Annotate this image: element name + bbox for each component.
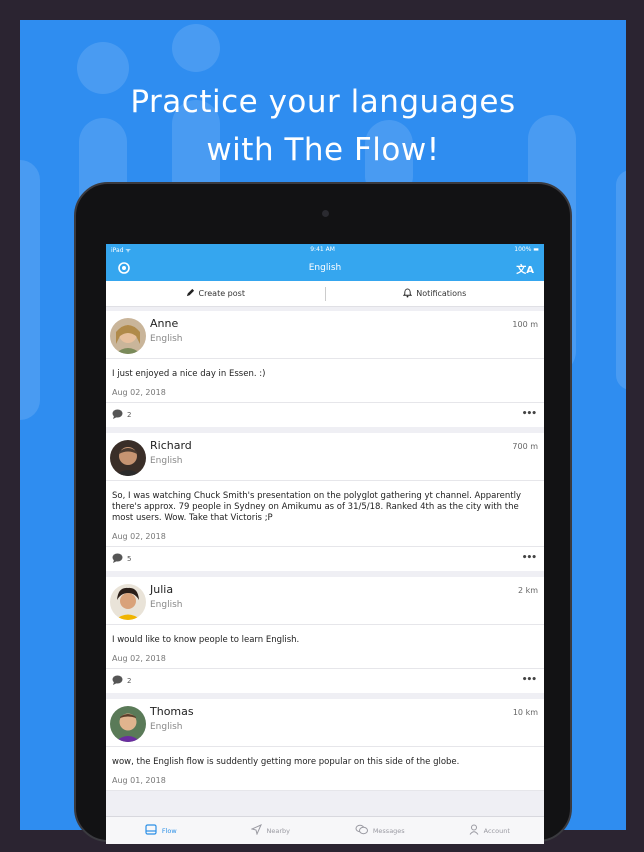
tab-nearby[interactable]: Nearby xyxy=(216,817,326,844)
status-time: 9:41 AM xyxy=(310,246,335,253)
promo-headline: Practice your languages with The Flow! xyxy=(20,78,626,174)
tab-messages-label: Messages xyxy=(372,826,405,835)
chat-bubbles-icon xyxy=(355,824,368,837)
post-header: Julia English 2 km xyxy=(106,577,544,625)
more-options-icon[interactable]: ••• xyxy=(522,409,537,419)
post-date: Aug 02, 2018 xyxy=(106,524,544,547)
nav-title: English xyxy=(308,263,342,273)
app-screen: iPad ᯤ 9:41 AM 100% ▬ English 文A Create … xyxy=(106,244,544,844)
post-feed: Anne English 100 m I just enjoyed a nice… xyxy=(106,311,544,791)
post-text: So, I was watching Chuck Smith's present… xyxy=(112,491,522,523)
post-footer: 2 ••• xyxy=(106,669,544,693)
create-post-button[interactable]: Create post xyxy=(106,288,325,299)
post-header: Thomas English 10 km xyxy=(106,699,544,747)
post-text: I would like to know people to learn Eng… xyxy=(112,635,300,645)
post-language: English xyxy=(150,456,183,466)
post-author[interactable]: Julia xyxy=(150,583,544,597)
post-header: Anne English 100 m xyxy=(106,311,544,359)
notifications-label: Notifications xyxy=(416,289,467,298)
nav-bar: English 文A xyxy=(106,255,544,281)
comment-icon[interactable] xyxy=(112,553,123,565)
avatar[interactable] xyxy=(110,318,146,354)
avatar[interactable] xyxy=(110,584,146,620)
tab-flow[interactable]: Flow xyxy=(106,817,216,844)
tab-bar: Flow Nearby Messages Account xyxy=(106,816,544,844)
action-bar: Create post Notifications xyxy=(106,281,544,307)
location-arrow-icon xyxy=(249,824,262,837)
comment-icon[interactable] xyxy=(112,675,123,687)
post-card[interactable]: Thomas English 10 km wow, the English fl… xyxy=(106,699,544,791)
translate-icon[interactable]: 文A xyxy=(516,261,534,276)
tab-nearby-label: Nearby xyxy=(266,826,291,835)
tab-account[interactable]: Account xyxy=(435,817,545,844)
pencil-icon xyxy=(186,288,195,299)
tab-messages[interactable]: Messages xyxy=(325,817,435,844)
post-card[interactable]: Anne English 100 m I just enjoyed a nice… xyxy=(106,311,544,427)
avatar[interactable] xyxy=(110,440,146,476)
comment-icon[interactable] xyxy=(112,409,123,421)
post-author[interactable]: Richard xyxy=(150,439,544,453)
post-language: English xyxy=(150,334,183,344)
flow-icon xyxy=(145,824,157,837)
post-distance: 700 m xyxy=(512,442,538,451)
more-options-icon[interactable]: ••• xyxy=(522,553,537,563)
post-language: English xyxy=(150,722,183,732)
post-author[interactable]: Thomas xyxy=(150,705,544,719)
comment-count: 5 xyxy=(127,555,132,563)
decor-circle xyxy=(172,24,220,72)
post-card[interactable]: Richard English 700 m So, I was watching… xyxy=(106,433,544,571)
post-distance: 100 m xyxy=(512,320,538,329)
more-options-icon[interactable]: ••• xyxy=(522,675,537,685)
notifications-button[interactable]: Notifications xyxy=(326,287,545,300)
post-header: Richard English 700 m xyxy=(106,433,544,481)
create-post-label: Create post xyxy=(198,289,245,298)
post-distance: 2 km xyxy=(517,586,538,595)
post-card[interactable]: Julia English 2 km I would like to know … xyxy=(106,577,544,693)
post-footer: 2 ••• xyxy=(106,403,544,427)
person-icon xyxy=(469,824,479,837)
comment-count: 2 xyxy=(127,411,132,419)
decor-bar xyxy=(20,160,40,420)
post-author[interactable]: Anne xyxy=(150,317,544,331)
compass-icon[interactable] xyxy=(118,262,130,274)
headline-line-1: Practice your languages xyxy=(130,84,516,120)
avatar[interactable] xyxy=(110,706,146,742)
status-carrier: iPad ᯤ xyxy=(111,246,131,254)
tab-flow-label: Flow xyxy=(161,826,177,835)
comment-count: 2 xyxy=(127,677,132,685)
headline-line-2: with The Flow! xyxy=(206,132,440,168)
post-date: Aug 01, 2018 xyxy=(106,768,544,791)
post-date: Aug 02, 2018 xyxy=(106,646,544,669)
tab-account-label: Account xyxy=(483,826,510,835)
bell-icon xyxy=(403,287,413,300)
status-battery: 100% ▬ xyxy=(514,246,539,253)
post-language: English xyxy=(150,600,183,610)
post-text: I just enjoyed a nice day in Essen. :) xyxy=(112,369,266,379)
post-distance: 10 km xyxy=(512,708,538,717)
post-date: Aug 02, 2018 xyxy=(106,380,544,403)
ipad-frame: iPad ᯤ 9:41 AM 100% ▬ English 文A Create … xyxy=(74,182,572,844)
decor-bar xyxy=(616,170,626,390)
post-text: wow, the English flow is suddently getti… xyxy=(112,757,460,767)
post-footer: 5 ••• xyxy=(106,547,544,571)
status-bar: iPad ᯤ 9:41 AM 100% ▬ xyxy=(106,244,544,255)
camera-dot xyxy=(322,210,329,217)
